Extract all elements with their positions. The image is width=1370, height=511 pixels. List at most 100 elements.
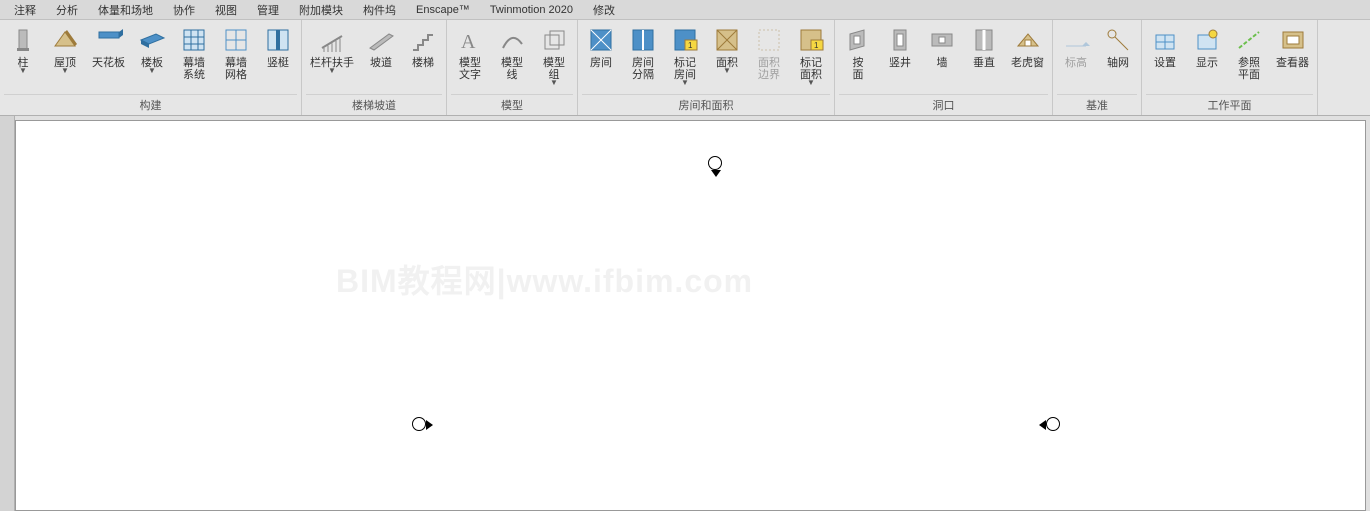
- button-label: 垂直: [973, 57, 995, 69]
- area-boundary-icon: [754, 25, 784, 55]
- workspace: BIM教程网|www.ifbim.com: [0, 116, 1370, 511]
- wall-opening-button[interactable]: 墙: [923, 22, 961, 72]
- level-icon: [1061, 25, 1091, 55]
- menu-item[interactable]: 视图: [205, 0, 247, 20]
- button-label: 竖井: [889, 57, 911, 69]
- panel-title: 楼梯坡道: [306, 94, 442, 115]
- vertical-button[interactable]: 垂直: [965, 22, 1003, 72]
- room-button[interactable]: 房间: [582, 22, 620, 72]
- column-button[interactable]: 柱▼: [4, 22, 42, 77]
- mullion-icon: [263, 25, 293, 55]
- dropdown-indicator: ▼: [19, 69, 27, 74]
- button-label: 坡道: [370, 57, 392, 69]
- curtain-system-icon: [179, 25, 209, 55]
- menu-item[interactable]: Twinmotion 2020: [480, 2, 583, 18]
- svg-text:1: 1: [814, 41, 819, 50]
- watermark: BIM教程网|www.ifbim.com: [336, 256, 753, 302]
- elevation-marker-left[interactable]: [412, 417, 426, 431]
- menu-item[interactable]: 注释: [4, 0, 46, 20]
- by-face-button[interactable]: 按 面: [839, 22, 877, 84]
- model-text-icon: A: [455, 25, 485, 55]
- button-label: 设置: [1154, 57, 1176, 69]
- wall-opening-icon: [927, 25, 957, 55]
- button-label: 天花板: [92, 57, 125, 69]
- vertical-icon: [969, 25, 999, 55]
- left-rail[interactable]: [0, 116, 15, 511]
- button-label: 面积 边界: [758, 57, 780, 81]
- model-group-button[interactable]: 模型 组▼: [535, 22, 573, 89]
- menu-item[interactable]: Enscape™: [406, 2, 480, 18]
- mullion-button[interactable]: 竖梃: [259, 22, 297, 72]
- railing-icon: [317, 25, 347, 55]
- svg-text:1: 1: [688, 41, 693, 50]
- menu-item[interactable]: 分析: [46, 0, 88, 20]
- stair-icon: [408, 25, 438, 55]
- button-label: 轴网: [1107, 57, 1129, 69]
- dropdown-indicator: ▼: [550, 81, 558, 86]
- ceiling-icon: [94, 25, 124, 55]
- menu-item[interactable]: 构件坞: [353, 0, 406, 20]
- menu-item[interactable]: 协作: [163, 0, 205, 20]
- elevation-marker-top[interactable]: [708, 156, 722, 170]
- button-label: 房间: [590, 57, 612, 69]
- ribbon-panel: 按 面竖井墙垂直老虎窗洞口: [835, 20, 1053, 115]
- dormer-button[interactable]: 老虎窗: [1007, 22, 1048, 72]
- button-label: 楼梯: [412, 57, 434, 69]
- dropdown-indicator: ▼: [807, 81, 815, 86]
- elevation-marker-right[interactable]: [1046, 417, 1060, 431]
- menu-item[interactable]: 管理: [247, 0, 289, 20]
- ramp-button[interactable]: 坡道: [362, 22, 400, 72]
- menu-item[interactable]: 附加模块: [289, 0, 353, 20]
- panel-title: 房间和面积: [582, 94, 830, 115]
- ribbon-panel: 房间房间 分隔1标记 房间▼面积▼ 面积 边界 1标记 面积▼ 房间和面积: [578, 20, 835, 115]
- stair-button[interactable]: 楼梯: [404, 22, 442, 72]
- ribbon-panel: 设置 显示参照 平面查看器工作平面: [1142, 20, 1318, 115]
- set-button[interactable]: 设置: [1146, 22, 1184, 72]
- room-sep-icon: [628, 25, 658, 55]
- shaft-button[interactable]: 竖井: [881, 22, 919, 72]
- curtain-grid-button[interactable]: 幕墙 网格: [217, 22, 255, 84]
- dropdown-indicator: ▼: [723, 69, 731, 74]
- room-sep-button[interactable]: 房间 分隔: [624, 22, 662, 84]
- ceiling-button[interactable]: 天花板: [88, 22, 129, 72]
- ribbon-panel: 标高轴网基准: [1053, 20, 1142, 115]
- drawing-canvas[interactable]: BIM教程网|www.ifbim.com: [15, 120, 1366, 511]
- grid-button[interactable]: 轴网: [1099, 22, 1137, 72]
- curtain-system-button[interactable]: 幕墙 系统: [175, 22, 213, 84]
- model-group-icon: [539, 25, 569, 55]
- panel-title: 工作平面: [1146, 94, 1313, 115]
- menu-item[interactable]: 修改: [583, 0, 625, 20]
- show-icon: [1192, 25, 1222, 55]
- tag-room-button[interactable]: 1标记 房间▼: [666, 22, 704, 89]
- floor-button[interactable]: 楼板▼: [133, 22, 171, 77]
- button-label: 按 面: [853, 57, 864, 81]
- ref-plane-button[interactable]: 参照 平面: [1230, 22, 1268, 84]
- room-icon: [586, 25, 616, 55]
- ribbon-panel: A 模型 文字模型 线模型 组▼ 模型: [447, 20, 578, 115]
- button-label: 模型 文字: [459, 57, 481, 81]
- model-line-icon: [497, 25, 527, 55]
- viewer-button[interactable]: 查看器: [1272, 22, 1313, 72]
- roof-icon: [50, 25, 80, 55]
- railing-button[interactable]: 栏杆扶手▼: [306, 22, 358, 77]
- show-button[interactable]: 显示: [1188, 22, 1226, 72]
- ref-plane-icon: [1234, 25, 1264, 55]
- floor-icon: [137, 25, 167, 55]
- ribbon-panel: 栏杆扶手▼ 坡道 楼梯楼梯坡道: [302, 20, 447, 115]
- model-text-button[interactable]: A 模型 文字: [451, 22, 489, 84]
- dormer-icon: [1013, 25, 1043, 55]
- model-line-button[interactable]: 模型 线: [493, 22, 531, 84]
- area-button[interactable]: 面积▼: [708, 22, 746, 77]
- panel-title: 模型: [451, 94, 573, 115]
- button-label: 显示: [1196, 57, 1218, 69]
- by-face-icon: [843, 25, 873, 55]
- button-label: 墙: [937, 57, 948, 69]
- svg-text:A: A: [461, 31, 476, 53]
- menu-item[interactable]: 体量和场地: [88, 0, 163, 20]
- level-button: 标高: [1057, 22, 1095, 72]
- button-label: 标高: [1065, 57, 1087, 69]
- roof-button[interactable]: 屋顶▼: [46, 22, 84, 77]
- tag-area-button[interactable]: 1标记 面积▼: [792, 22, 830, 89]
- button-label: 查看器: [1276, 57, 1309, 69]
- ribbon-panel: 柱▼屋顶▼天花板楼板▼幕墙 系统幕墙 网格竖梃构建: [0, 20, 302, 115]
